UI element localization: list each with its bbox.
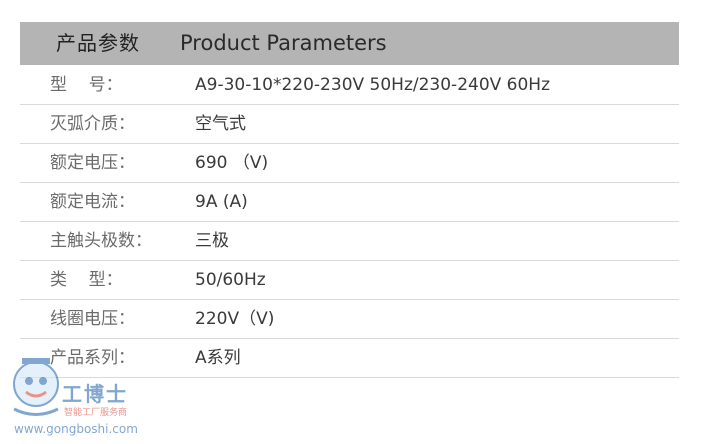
watermark-url: www.gongboshi.com [14, 422, 138, 436]
header-title-en: Product Parameters [180, 31, 387, 55]
param-row-main-poles: 主触头极数： 三极 [20, 222, 679, 261]
param-label: 灭弧介质： [50, 114, 135, 134]
param-value: 9A (A) [195, 192, 248, 212]
watermark-brand: 工博士 [62, 382, 128, 406]
param-row-type: 类 型： 50/60Hz [20, 261, 679, 300]
param-row-coil-voltage: 线圈电压： 220V（V) [20, 300, 679, 339]
parameters-header: 产品参数 Product Parameters [20, 22, 679, 65]
param-label: 额定电流： [50, 192, 135, 212]
param-label: 类 型： [50, 270, 123, 290]
mascot-icon [13, 358, 59, 416]
param-value: 50/60Hz [195, 270, 266, 290]
param-row-arc-medium: 灭弧介质： 空气式 [20, 105, 679, 144]
param-row-rated-voltage: 额定电压： 690 （V) [20, 144, 679, 183]
param-row-rated-current: 额定电流： 9A (A) [20, 183, 679, 222]
param-label: 型 号： [50, 75, 123, 95]
watermark-logo: 工博士 智能工厂服务商 www.gongboshi.com [0, 350, 160, 444]
watermark-tagline: 智能工厂服务商 [64, 408, 128, 418]
param-value: A系列 [195, 348, 241, 368]
param-label: 额定电压： [50, 153, 135, 173]
param-label: 主触头极数： [50, 231, 152, 251]
param-value: 三极 [195, 231, 229, 251]
param-value: 空气式 [195, 114, 246, 134]
param-value: 690 （V) [195, 153, 269, 173]
param-value: A9-30-10*220-230V 50Hz/230-240V 60Hz [195, 75, 551, 95]
param-row-model: 型 号： A9-30-10*220-230V 50Hz/230-240V 60H… [20, 66, 679, 105]
param-label: 线圈电压： [50, 309, 135, 329]
header-title-cn: 产品参数 [56, 31, 140, 55]
param-value: 220V（V) [195, 309, 275, 329]
